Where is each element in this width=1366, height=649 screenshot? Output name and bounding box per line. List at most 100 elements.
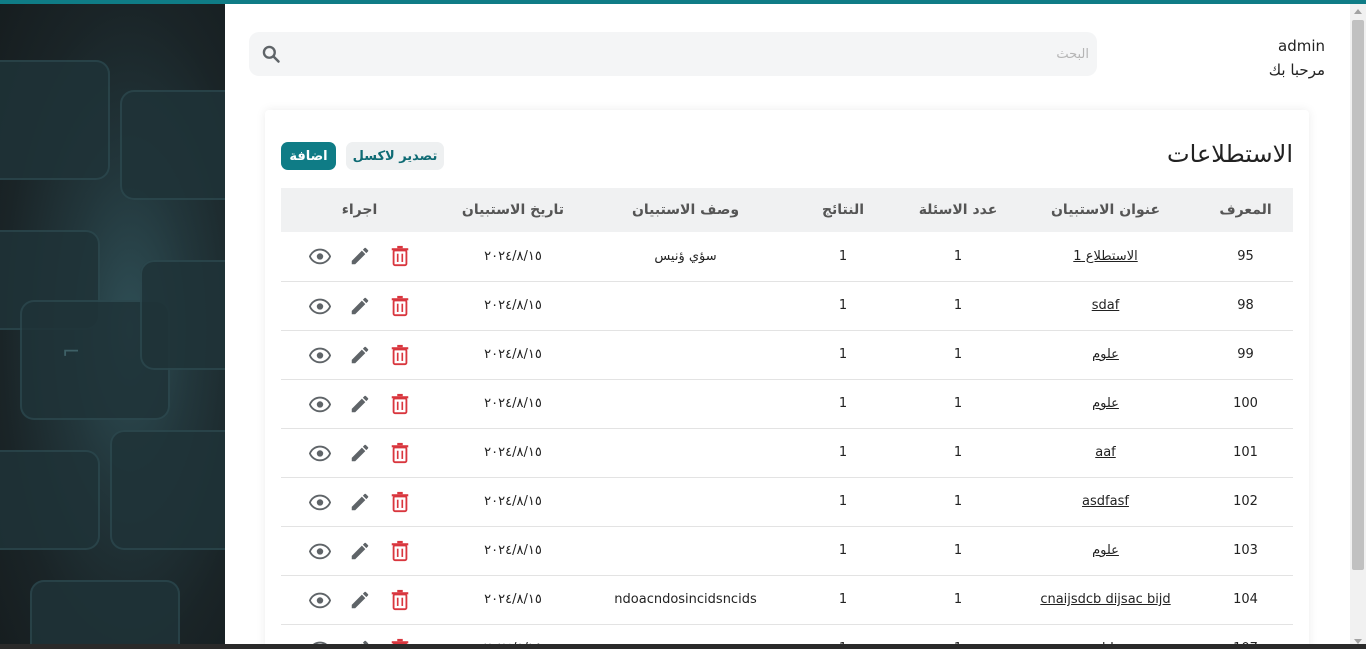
keyboard-key-decoration	[0, 60, 110, 180]
edit-icon[interactable]	[349, 245, 371, 267]
cell-actions	[281, 330, 438, 380]
keyboard-key-decoration	[140, 260, 225, 370]
view-icon[interactable]	[308, 589, 331, 611]
view-icon[interactable]	[308, 245, 331, 267]
edit-icon[interactable]	[349, 589, 371, 611]
cell-description: ndoacndosincidsncids	[588, 575, 783, 625]
cell-id: 99	[1198, 330, 1293, 380]
cell-actions	[281, 428, 438, 478]
cell-questions: 1	[903, 379, 1013, 429]
cell-date: ٢٠٢٤/٨/١٥	[438, 232, 588, 282]
cell-questions: 1	[903, 477, 1013, 527]
user-info: admin مرحبا بك	[1269, 34, 1325, 82]
survey-title-link[interactable]: cnaijsdcb dijsac bijd	[1040, 592, 1170, 607]
view-icon[interactable]	[308, 491, 331, 513]
cell-title: sdaf	[1013, 281, 1198, 331]
column-header-description[interactable]: وصف الاستبيان	[588, 188, 783, 232]
keyboard-key-decoration	[30, 580, 180, 649]
cell-id: 101	[1198, 428, 1293, 478]
cell-questions: 1	[903, 232, 1013, 282]
cell-description	[588, 428, 783, 478]
scrollbar-thumb[interactable]	[1352, 20, 1364, 570]
column-header-results[interactable]: النتائج	[783, 188, 903, 232]
cell-results: 1	[783, 281, 903, 331]
cell-results: 1	[783, 526, 903, 576]
cell-results: 1	[783, 379, 903, 429]
cell-description	[588, 281, 783, 331]
delete-icon[interactable]	[389, 589, 411, 611]
cell-questions: 1	[903, 330, 1013, 380]
survey-title-link[interactable]: الاستطلاع 1	[1073, 249, 1137, 264]
delete-icon[interactable]	[389, 295, 411, 317]
cell-description: سؤي ؤنيس	[588, 232, 783, 282]
export-excel-button[interactable]: تصدير لاكسل	[346, 142, 444, 170]
delete-icon[interactable]	[389, 540, 411, 562]
view-icon[interactable]	[308, 295, 331, 317]
column-header-id[interactable]: المعرف	[1198, 188, 1293, 232]
keyboard-glyph-decoration: ⌐	[62, 340, 81, 365]
cell-actions	[281, 379, 438, 429]
cell-title: asdfasf	[1013, 477, 1198, 527]
view-icon[interactable]	[308, 540, 331, 562]
cell-results: 1	[783, 232, 903, 282]
delete-icon[interactable]	[389, 344, 411, 366]
search-icon[interactable]	[261, 44, 281, 64]
survey-title-link[interactable]: علوم	[1092, 347, 1119, 362]
survey-title-link[interactable]: asdfasf	[1082, 494, 1129, 509]
cell-results: 1	[783, 477, 903, 527]
cell-results: 1	[783, 428, 903, 478]
column-header-title[interactable]: عنوان الاستبيان	[1013, 188, 1198, 232]
cell-title: علوم	[1013, 526, 1198, 576]
scroll-up-arrow-icon[interactable]	[1354, 9, 1362, 14]
delete-icon[interactable]	[389, 442, 411, 464]
bottom-edge	[0, 644, 1366, 649]
table-header-row: المعرف عنوان الاستبيان عدد الاسئلة النتا…	[281, 188, 1293, 232]
survey-title-link[interactable]: علوم	[1092, 396, 1119, 411]
view-icon[interactable]	[308, 393, 331, 415]
cell-id: 100	[1198, 379, 1293, 429]
column-header-date[interactable]: تاريخ الاستبيان	[438, 188, 588, 232]
cell-title: cnaijsdcb dijsac bijd	[1013, 575, 1198, 625]
cell-questions: 1	[903, 281, 1013, 331]
column-header-questions[interactable]: عدد الاسئلة	[903, 188, 1013, 232]
delete-icon[interactable]	[389, 393, 411, 415]
cell-actions	[281, 281, 438, 331]
survey-title-link[interactable]: علوم	[1092, 543, 1119, 558]
search-input[interactable]	[297, 32, 1097, 76]
surveys-table: المعرف عنوان الاستبيان عدد الاسئلة النتا…	[281, 188, 1293, 649]
view-icon[interactable]	[308, 442, 331, 464]
cell-id: 104	[1198, 575, 1293, 625]
cell-description	[588, 330, 783, 380]
keyboard-key-decoration	[110, 430, 225, 550]
cell-date: ٢٠٢٤/٨/١٥	[438, 281, 588, 331]
delete-icon[interactable]	[389, 245, 411, 267]
cell-questions: 1	[903, 428, 1013, 478]
cell-id: 102	[1198, 477, 1293, 527]
edit-icon[interactable]	[349, 295, 371, 317]
cell-results: 1	[783, 330, 903, 380]
cell-date: ٢٠٢٤/٨/١٥	[438, 428, 588, 478]
cell-date: ٢٠٢٤/٨/١٥	[438, 330, 588, 380]
vertical-scrollbar[interactable]	[1350, 4, 1366, 649]
delete-icon[interactable]	[389, 491, 411, 513]
add-button[interactable]: اضافة	[281, 142, 336, 170]
survey-title-link[interactable]: aaf	[1095, 445, 1116, 460]
column-header-actions: اجراء	[341, 202, 378, 218]
edit-icon[interactable]	[349, 442, 371, 464]
view-icon[interactable]	[308, 344, 331, 366]
cell-questions: 1	[903, 526, 1013, 576]
top-accent-bar	[0, 0, 1366, 4]
edit-icon[interactable]	[349, 344, 371, 366]
table-row: 98 sdaf 1 1 ٢٠٢٤/٨/١٥	[281, 281, 1293, 331]
keyboard-key-decoration	[0, 450, 100, 550]
cell-title: aaf	[1013, 428, 1198, 478]
cell-actions	[281, 526, 438, 576]
cell-title: علوم	[1013, 330, 1198, 380]
edit-icon[interactable]	[349, 393, 371, 415]
survey-title-link[interactable]: sdaf	[1092, 298, 1120, 313]
edit-icon[interactable]	[349, 491, 371, 513]
cell-id: 98	[1198, 281, 1293, 331]
cell-actions	[281, 575, 438, 625]
edit-icon[interactable]	[349, 540, 371, 562]
page-title: الاستطلاعات	[1167, 140, 1293, 168]
